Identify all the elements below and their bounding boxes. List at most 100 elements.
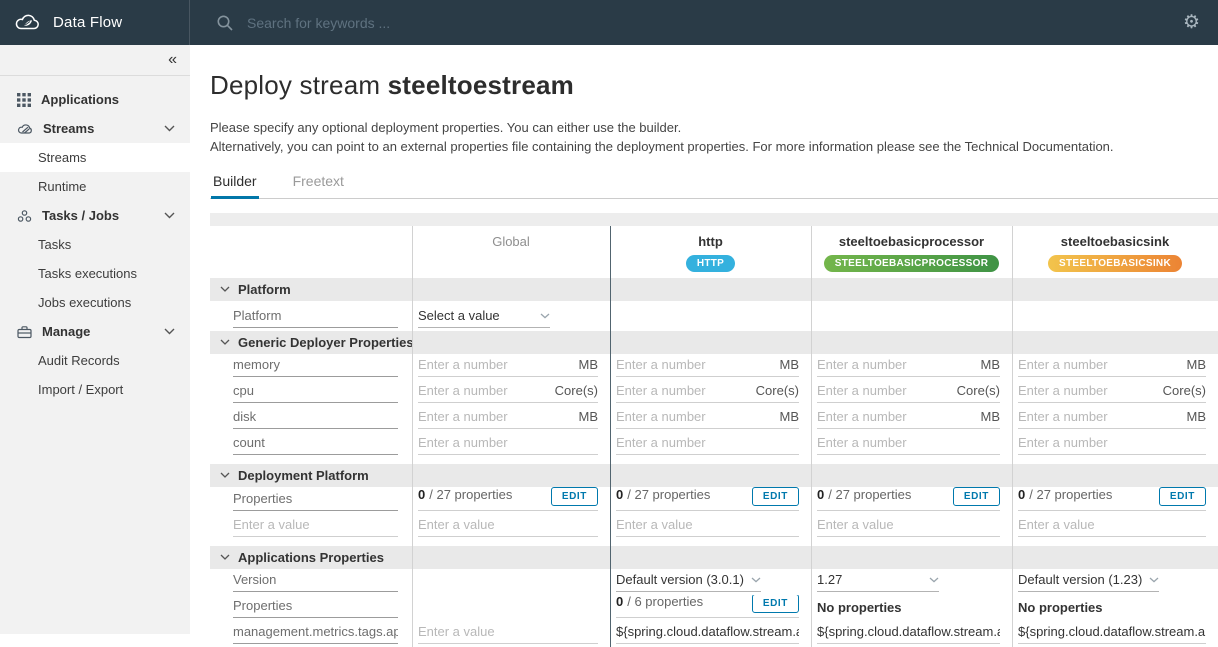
mgmt-value-input-global[interactable] — [418, 624, 598, 639]
tab-builder[interactable]: Builder — [213, 173, 257, 189]
description-line-2: Alternatively, you can point to an exter… — [210, 137, 1218, 156]
settings-gear-icon[interactable]: ⚙ — [1183, 13, 1200, 32]
chevron-down-icon — [220, 554, 230, 561]
memory-input-sink[interactable] — [1018, 357, 1181, 372]
deployment-value-input-processor[interactable] — [817, 517, 1000, 532]
sidebar-item-manage-group[interactable]: Manage — [0, 317, 190, 346]
sidebar-item-streams[interactable]: Streams — [0, 143, 190, 172]
app-type-badge: HTTP — [686, 255, 735, 272]
cpu-input-sink[interactable] — [1018, 383, 1157, 398]
section-header-deployment-platform[interactable]: Deployment Platform — [210, 464, 1218, 487]
brand[interactable]: Data Flow — [0, 0, 190, 45]
section-header-generic-deployer[interactable]: Generic Deployer Properties — [210, 331, 1218, 354]
edit-properties-button-http[interactable]: EDIT — [752, 487, 799, 506]
memory-input-processor[interactable] — [817, 357, 975, 372]
sidebar-item-tasks-jobs-group[interactable]: Tasks / Jobs — [0, 201, 190, 230]
edit-properties-button-processor[interactable]: EDIT — [953, 487, 1000, 506]
disk-input-http[interactable] — [616, 409, 774, 424]
version-select-processor[interactable]: 1.27 — [817, 572, 939, 592]
sidebar-item-applications[interactable]: Applications — [0, 85, 190, 114]
sidebar-item-import-export[interactable]: Import / Export — [0, 375, 190, 404]
row-app-properties: Properties 0/ 6 propertiesEDIT No proper… — [210, 595, 1218, 621]
properties-count: 0/ 27 properties — [418, 487, 512, 502]
memory-input-global[interactable] — [418, 357, 573, 372]
unit-suffix: MB — [981, 409, 1001, 424]
chevron-down-icon — [220, 339, 230, 346]
platform-select[interactable]: Select a value — [418, 308, 550, 328]
streams-icon — [17, 122, 33, 136]
chevron-down-icon — [220, 472, 230, 479]
property-label: memory — [233, 357, 280, 372]
search-input[interactable] — [245, 14, 565, 32]
sidebar-item-label: Tasks — [38, 237, 71, 252]
no-properties-label: No properties — [1018, 600, 1103, 621]
header-spacer — [210, 226, 412, 278]
unit-suffix: Core(s) — [756, 383, 799, 398]
section-header-applications-properties[interactable]: Applications Properties — [210, 546, 1218, 569]
disk-input-processor[interactable] — [817, 409, 975, 424]
section-header-platform[interactable]: Platform — [210, 278, 1218, 301]
tab-freetext[interactable]: Freetext — [293, 173, 344, 189]
sidebar-item-label: Streams — [43, 121, 94, 136]
sidebar-item-label: Import / Export — [38, 382, 123, 397]
sidebar-item-label: Tasks / Jobs — [42, 208, 119, 223]
mgmt-value-http[interactable]: ${spring.cloud.dataflow.stream.app.t — [616, 624, 799, 639]
section-title: Platform — [238, 282, 291, 297]
sidebar-item-tasks[interactable]: Tasks — [0, 230, 190, 259]
count-input-processor[interactable] — [817, 435, 1000, 450]
mgmt-value-sink[interactable]: ${spring.cloud.dataflow.stream.app.t — [1018, 624, 1206, 639]
column-divider — [412, 226, 413, 647]
select-value: Default version (3.0.1) — [616, 572, 744, 587]
version-select-http[interactable]: Default version (3.0.1) — [616, 572, 761, 592]
cpu-input-global[interactable] — [418, 383, 549, 398]
sidebar-item-label: Tasks executions — [38, 266, 137, 281]
select-value: 1.27 — [817, 572, 842, 587]
chevron-down-icon — [164, 125, 175, 132]
app-title: Data Flow — [53, 14, 122, 31]
edit-properties-button-sink[interactable]: EDIT — [1159, 487, 1206, 506]
row-platform: Platform Select a value — [210, 301, 1218, 331]
cpu-input-http[interactable] — [616, 383, 750, 398]
disk-input-sink[interactable] — [1018, 409, 1181, 424]
property-label: Platform — [233, 308, 281, 323]
no-properties-label: No properties — [817, 600, 902, 621]
sidebar-collapse-button[interactable]: « — [0, 45, 190, 76]
row-deployment-properties: Properties 0/ 27 propertiesEDIT 0/ 27 pr… — [210, 487, 1218, 514]
chevron-down-icon — [164, 328, 175, 335]
chevron-down-icon — [164, 212, 175, 219]
sidebar-item-audit-records[interactable]: Audit Records — [0, 346, 190, 375]
count-input-http[interactable] — [616, 435, 799, 450]
row-management-metrics-tags: management.metrics.tags.applic ${spring.… — [210, 621, 1218, 647]
deployment-key-input[interactable] — [233, 517, 398, 532]
version-select-sink[interactable]: Default version (1.23) — [1018, 572, 1159, 592]
property-label: Properties — [233, 598, 292, 613]
count-input-global[interactable] — [418, 435, 598, 450]
column-header-global: Global — [412, 226, 610, 278]
builder-table: Global http HTTP steeltoebasicprocessor … — [210, 213, 1218, 647]
property-label: count — [233, 435, 265, 450]
edit-properties-button-global[interactable]: EDIT — [551, 487, 598, 506]
sidebar-item-runtime[interactable]: Runtime — [0, 172, 190, 201]
edit-app-properties-button-http[interactable]: EDIT — [752, 595, 799, 613]
table-top-strip — [210, 213, 1218, 226]
deployment-value-input-global[interactable] — [418, 517, 598, 532]
stream-name: steeltoestream — [388, 70, 574, 100]
sidebar-item-streams-group[interactable]: Streams — [0, 114, 190, 143]
memory-input-http[interactable] — [616, 357, 774, 372]
deployment-value-input-sink[interactable] — [1018, 517, 1206, 532]
count-input-sink[interactable] — [1018, 435, 1206, 450]
mgmt-value-processor[interactable]: ${spring.cloud.dataflow.stream.app.t — [817, 624, 1000, 639]
cpu-input-processor[interactable] — [817, 383, 951, 398]
row-count: count — [210, 432, 1218, 458]
sidebar: « Applications Streams — [0, 45, 190, 634]
sidebar-item-tasks-executions[interactable]: Tasks executions — [0, 259, 190, 288]
sidebar-item-jobs-executions[interactable]: Jobs executions — [0, 288, 190, 317]
unit-suffix: MB — [579, 357, 599, 372]
property-label: management.metrics.tags.applic — [233, 624, 398, 639]
chevron-down-icon — [929, 577, 939, 583]
disk-input-global[interactable] — [418, 409, 573, 424]
tasks-jobs-icon — [17, 209, 32, 223]
deployment-value-input-http[interactable] — [616, 517, 799, 532]
app-type-badge: STEELTOEBASICPROCESSOR — [824, 255, 999, 272]
column-header-http: http HTTP — [610, 226, 811, 278]
